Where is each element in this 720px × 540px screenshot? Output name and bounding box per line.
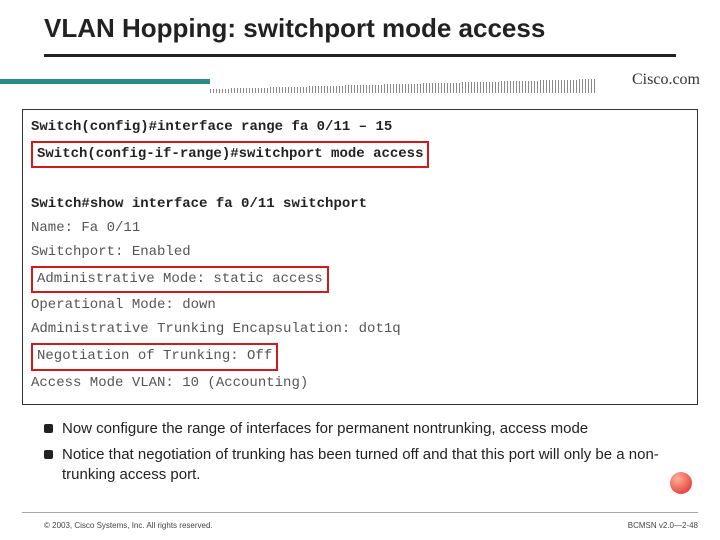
footer-rule bbox=[22, 512, 698, 513]
highlight-admin-mode: Administrative Mode: static access bbox=[31, 266, 329, 294]
term-line-4: Name: Fa 0/11 bbox=[31, 217, 689, 241]
page-title: VLAN Hopping: switchport mode access bbox=[0, 0, 720, 50]
terminal-output: Switch(config)#interface range fa 0/11 –… bbox=[22, 109, 698, 405]
term-line-3: Switch#show interface fa 0/11 switchport bbox=[31, 193, 689, 217]
prompt: Switch# bbox=[31, 196, 90, 212]
term-line-5: Switchport: Enabled bbox=[31, 241, 689, 265]
term-line-10: Access Mode VLAN: 10 (Accounting) bbox=[31, 372, 689, 396]
bullet-item-2: Notice that negotiation of trunking has … bbox=[44, 445, 686, 486]
term-line-2: Switch(config-if-range)#switchport mode … bbox=[31, 140, 689, 170]
term-line-8: Administrative Trunking Encapsulation: d… bbox=[31, 318, 689, 342]
command: show interface fa 0/11 switchport bbox=[90, 196, 367, 212]
term-line-7: Operational Mode: down bbox=[31, 294, 689, 318]
stripe-teal bbox=[0, 79, 210, 84]
stripe-bars bbox=[208, 71, 595, 93]
cisco-brand: Cisco.com bbox=[632, 71, 700, 89]
bullet-item-1: Now configure the range of interfaces fo… bbox=[44, 419, 686, 439]
prompt: Switch(config-if-range)# bbox=[37, 146, 239, 162]
term-line-6: Administrative Mode: static access bbox=[31, 265, 689, 295]
command: switchport mode access bbox=[239, 146, 424, 162]
footer: © 2003, Cisco Systems, Inc. All rights r… bbox=[0, 512, 720, 530]
term-blank bbox=[31, 169, 689, 193]
term-line-9: Negotiation of Trunking: Off bbox=[31, 342, 689, 372]
prompt: Switch(config)# bbox=[31, 119, 157, 135]
copyright-text: © 2003, Cisco Systems, Inc. All rights r… bbox=[44, 521, 213, 530]
header-stripe: Cisco.com bbox=[0, 71, 720, 99]
red-dot-decor bbox=[670, 472, 692, 494]
highlight-negotiation: Negotiation of Trunking: Off bbox=[31, 343, 278, 371]
title-underline bbox=[44, 54, 676, 57]
page-code: BCMSN v2.0—2-48 bbox=[628, 521, 698, 530]
command: interface range fa 0/11 – 15 bbox=[157, 119, 392, 135]
bullet-list: Now configure the range of interfaces fo… bbox=[44, 419, 686, 486]
term-line-1: Switch(config)#interface range fa 0/11 –… bbox=[31, 116, 689, 140]
